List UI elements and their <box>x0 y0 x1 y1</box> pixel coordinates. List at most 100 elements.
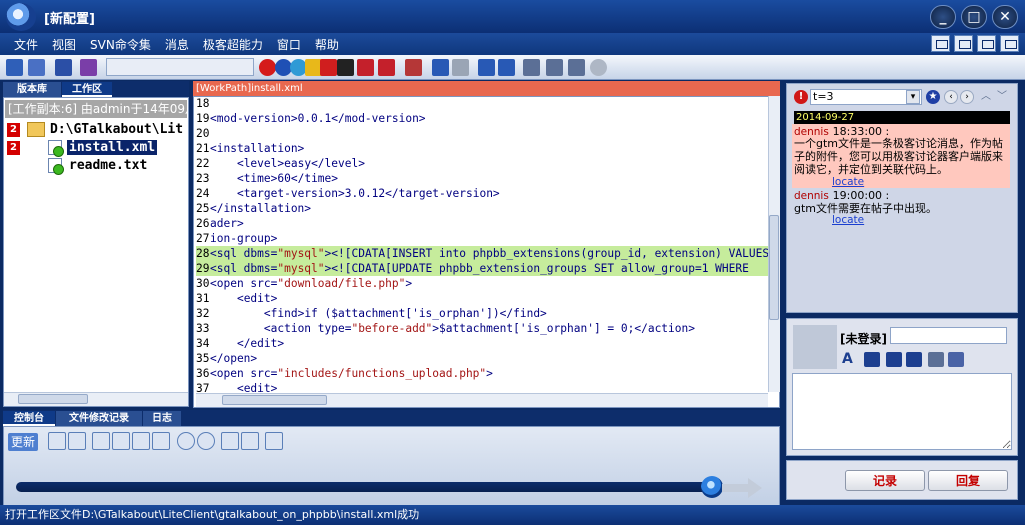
close-button[interactable]: ✕ <box>992 5 1018 29</box>
tab-log[interactable]: 日志 <box>143 411 181 426</box>
refresh-icon[interactable] <box>590 59 607 76</box>
menu-messages[interactable]: 消息 <box>165 36 203 53</box>
pin-icon[interactable] <box>928 352 944 367</box>
code-lines[interactable]: 18 19<mod-version>0.0.1</mod-version> 20 21… <box>196 96 769 392</box>
toolbar-search-field[interactable] <box>106 58 254 76</box>
menu-window[interactable]: 窗口 <box>277 36 315 53</box>
copy-icon[interactable] <box>568 59 585 76</box>
copy-icon[interactable] <box>68 432 86 450</box>
open-folder-icon[interactable] <box>6 59 23 76</box>
code-line[interactable]: 19<mod-version>0.0.1</mod-version> <box>196 111 769 126</box>
font-icon[interactable]: A <box>842 352 858 367</box>
screenshot-icon[interactable] <box>906 352 922 367</box>
filter-icon[interactable] <box>80 59 97 76</box>
progress-knob[interactable] <box>701 476 723 498</box>
menu-help[interactable]: 帮助 <box>315 36 353 53</box>
reply-button[interactable]: 回复 <box>928 470 1008 491</box>
editor-vscroll-thumb[interactable] <box>769 215 779 320</box>
code-line[interactable]: 27ion-group> <box>196 231 769 246</box>
svn-action-icon[interactable] <box>152 432 170 450</box>
layout-full-button[interactable] <box>1000 35 1019 52</box>
code-line[interactable]: 26ader> <box>196 216 769 231</box>
bookmark-list-icon[interactable] <box>405 59 422 76</box>
arrow-down-icon[interactable] <box>478 59 495 76</box>
code-line[interactable]: 23 <time>60</time> <box>196 171 769 186</box>
maximize-button[interactable]: □ <box>961 5 987 29</box>
star-icon[interactable]: ★ <box>926 90 940 104</box>
tab-repository[interactable]: 版本库 <box>3 82 61 97</box>
code-line[interactable]: 30<open src="download/file.php"> <box>196 276 769 291</box>
code-line[interactable]: 32 <find>if ($attachment['is_orphan'])</… <box>196 306 769 321</box>
layout-right-button[interactable] <box>977 35 996 52</box>
next-icon[interactable]: › <box>960 90 974 104</box>
svn-action-icon[interactable] <box>112 432 130 450</box>
dropdown-icon[interactable] <box>337 59 354 76</box>
window-icon[interactable] <box>523 59 540 76</box>
attachment-icon[interactable] <box>948 352 964 367</box>
chevron-down-icon[interactable]: ▾ <box>906 90 920 104</box>
menu-view[interactable]: 视图 <box>52 36 90 53</box>
code-line[interactable]: 24 <target-version>3.0.12</target-versio… <box>196 186 769 201</box>
layout-left-button[interactable] <box>954 35 973 52</box>
sync-icon[interactable] <box>241 432 259 450</box>
arrow-up-icon[interactable] <box>432 59 449 76</box>
tree-item-root[interactable]: D:\GTalkabout\Lit <box>50 122 183 137</box>
svn-action-icon[interactable] <box>92 432 110 450</box>
tab-console[interactable]: 控制台 <box>3 411 55 426</box>
editor-tab[interactable]: [WorkPath]install.xml <box>193 81 780 96</box>
code-line[interactable]: 18 <box>196 96 769 111</box>
image-icon[interactable] <box>864 352 880 367</box>
locate-link[interactable]: locate <box>832 176 864 188</box>
message-compose-input[interactable] <box>792 373 1012 450</box>
code-line[interactable]: 25</installation> <box>196 201 769 216</box>
tree-scroll-thumb[interactable] <box>18 394 88 404</box>
code-line[interactable]: 28<sql dbms="mysql"><![CDATA[INSERT into… <box>196 246 769 261</box>
calendar-icon[interactable] <box>265 432 283 450</box>
find-prev-icon[interactable] <box>357 59 374 76</box>
message-item[interactable]: dennis 18:33:00 : <box>794 124 1008 138</box>
find-next-icon[interactable] <box>378 59 395 76</box>
tree-item-install-xml[interactable]: install.xml <box>67 140 158 155</box>
code-line[interactable]: 34 </edit> <box>196 336 769 351</box>
username-input[interactable] <box>890 327 1007 344</box>
flag-icon[interactable] <box>221 432 239 450</box>
menu-geek-power[interactable]: 极客超能力 <box>203 36 277 53</box>
editor-hscroll-thumb[interactable] <box>222 395 327 405</box>
save-icon[interactable] <box>55 59 72 76</box>
code-line[interactable]: 22 <level>easy</level> <box>196 156 769 171</box>
sparkle-icon[interactable] <box>452 59 469 76</box>
tab-file-history[interactable]: 文件修改记录 <box>56 411 142 426</box>
tree-item-readme[interactable]: readme.txt <box>69 158 147 173</box>
scroll-up-icon[interactable]: ︿ <box>980 90 992 104</box>
search-icon[interactable] <box>28 59 45 76</box>
previous-icon[interactable]: ‹ <box>944 90 958 104</box>
panel-icon[interactable] <box>546 59 563 76</box>
scroll-down-icon[interactable]: ﹀ <box>996 90 1008 104</box>
menu-svn[interactable]: SVN命令集 <box>90 36 165 53</box>
web-icon[interactable] <box>259 59 276 76</box>
find-prev-icon[interactable] <box>177 432 195 450</box>
message-item[interactable]: dennis 19:00:00 : <box>794 188 1008 202</box>
menu-file[interactable]: 文件 <box>14 36 52 53</box>
stop-icon[interactable] <box>320 59 337 76</box>
record-button[interactable]: 记录 <box>845 470 925 491</box>
update-button[interactable]: 更新 <box>8 433 38 451</box>
layout-list-button[interactable] <box>931 35 950 52</box>
code-line[interactable]: 29<sql dbms="mysql"><![CDATA[UPDATE phpb… <box>196 261 769 276</box>
camera-icon[interactable] <box>886 352 902 367</box>
code-line[interactable]: 21<installation> <box>196 141 769 156</box>
svn-action-icon[interactable] <box>48 432 66 450</box>
code-line[interactable]: 37 <edit> <box>196 381 769 392</box>
minimize-button[interactable]: _ <box>930 5 956 29</box>
arrow-bottom-icon[interactable] <box>498 59 515 76</box>
tab-workspace[interactable]: 工作区 <box>62 82 112 97</box>
locate-link[interactable]: locate <box>832 214 864 226</box>
code-line[interactable]: 31 <edit> <box>196 291 769 306</box>
code-line[interactable]: 36<open src="includes/functions_upload.p… <box>196 366 769 381</box>
message-author[interactable]: dennis <box>794 190 829 202</box>
code-line[interactable]: 33 <action type="before-add">$attachment… <box>196 321 769 336</box>
svn-action-icon[interactable] <box>132 432 150 450</box>
code-line[interactable]: 20 <box>196 126 769 141</box>
code-line[interactable]: 35</open> <box>196 351 769 366</box>
find-next-icon[interactable] <box>197 432 215 450</box>
